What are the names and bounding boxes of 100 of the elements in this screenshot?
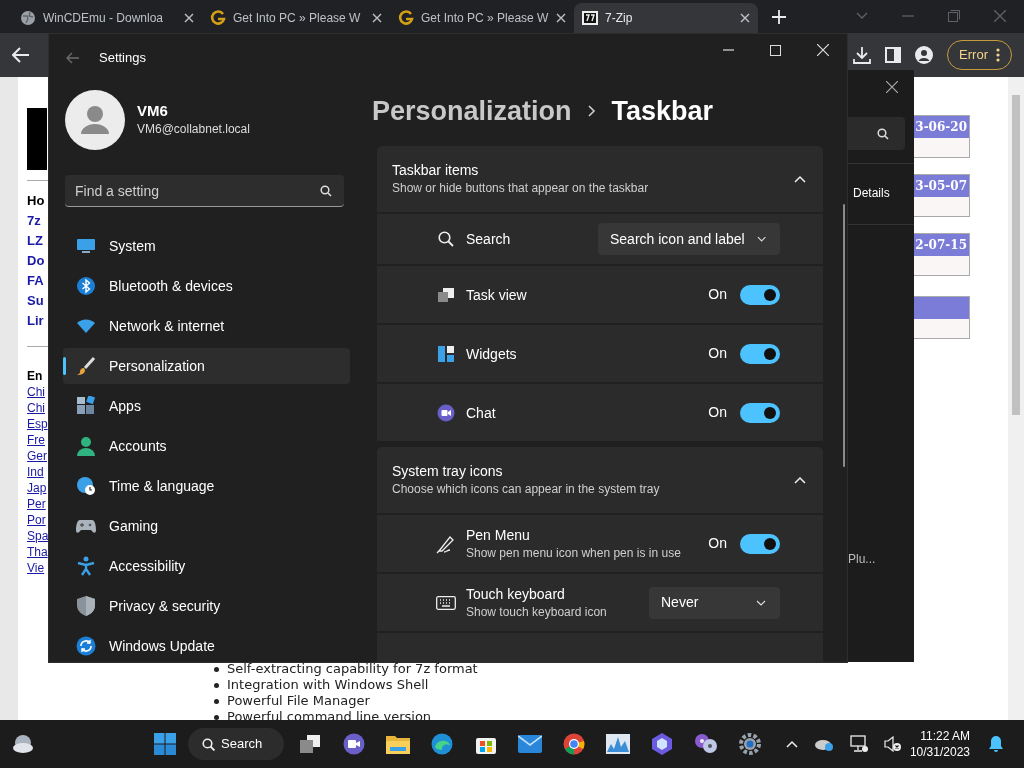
dropdown[interactable]: Never	[649, 586, 780, 619]
speaker-muted-icon[interactable]	[883, 736, 902, 752]
language-link[interactable]: Fre	[27, 432, 45, 448]
close-icon[interactable]	[372, 13, 382, 23]
language-link[interactable]: Vie	[27, 560, 45, 576]
setting-label: Touch keyboard	[466, 584, 566, 603]
search-field[interactable]: Find a setting	[65, 175, 344, 207]
nav-item[interactable]: Accessibility	[63, 548, 350, 584]
avatar[interactable]	[65, 90, 125, 150]
nav-item[interactable]: Apps	[63, 388, 350, 424]
close-icon[interactable]	[556, 13, 566, 23]
nav-link[interactable]: LZ	[27, 231, 43, 251]
discs-icon[interactable]	[694, 733, 718, 755]
language-link[interactable]: Esp	[27, 416, 48, 432]
letter-logo-icon	[210, 10, 226, 26]
user-name: VM6	[137, 102, 169, 120]
window-title: Settings	[99, 49, 146, 68]
search-icon	[877, 127, 889, 140]
close-icon[interactable]	[886, 81, 898, 93]
setting-label: Task view	[466, 285, 528, 304]
browser-tab[interactable]: 7-Zip	[574, 3, 758, 33]
maximize-icon[interactable]	[770, 44, 781, 56]
nav-item[interactable]: Gaming	[63, 508, 350, 544]
toggle-switch[interactable]	[740, 402, 780, 423]
nav-link[interactable]: Su	[27, 291, 44, 311]
toggle-state: On	[708, 344, 727, 363]
download-icon[interactable]	[853, 46, 872, 64]
nav-link[interactable]: Do	[27, 251, 45, 271]
clock-time[interactable]: 11:22 AM	[920, 728, 970, 744]
nav-item[interactable]: Bluetooth & devices	[63, 268, 350, 304]
logo	[27, 108, 47, 170]
language-link[interactable]: Chi	[27, 384, 45, 400]
chevron-down-icon[interactable]	[856, 12, 868, 20]
news-header	[914, 297, 969, 319]
language-link[interactable]: Spa	[27, 528, 49, 544]
task-view-icon[interactable]	[299, 734, 321, 754]
restore-icon[interactable]	[948, 10, 960, 22]
setting-description: Show pen menu icon when pen is in use	[466, 544, 682, 562]
toggle-switch[interactable]	[740, 343, 780, 364]
scroll-thumb[interactable]	[1012, 95, 1020, 415]
setting-label: Widgets	[466, 344, 518, 363]
chevron-up-icon[interactable]	[785, 740, 798, 748]
scrollbar[interactable]	[843, 204, 845, 467]
profile-icon[interactable]	[915, 46, 934, 64]
folder-icon[interactable]	[386, 734, 410, 754]
globe-icon	[20, 10, 36, 26]
chevron-up-icon[interactable]	[794, 175, 806, 183]
nav-item[interactable]: Privacy & security	[63, 588, 350, 624]
language-link[interactable]: Ger	[27, 448, 47, 464]
nav-link[interactable]: FA	[27, 271, 44, 291]
chat-icon[interactable]	[343, 733, 365, 755]
nav-item[interactable]: Windows Update	[63, 628, 350, 662]
bell-icon[interactable]	[988, 735, 1004, 753]
language-link[interactable]: Chi	[27, 400, 45, 416]
chevron-down-icon	[756, 599, 766, 606]
nav-link[interactable]: 7z	[27, 211, 41, 231]
language-link[interactable]: Ind	[27, 464, 44, 480]
nav-item[interactable]: Personalization	[63, 348, 350, 384]
toggle-switch[interactable]	[740, 533, 780, 554]
language-link[interactable]: Per	[27, 496, 46, 512]
network-icon[interactable]	[849, 735, 868, 753]
mail-icon[interactable]	[518, 735, 542, 753]
language-link[interactable]: Tha	[27, 544, 48, 560]
weather-icon[interactable]	[12, 734, 34, 754]
toggle-switch[interactable]	[740, 284, 780, 305]
letter-logo-icon	[398, 10, 414, 26]
chat-icon	[437, 403, 455, 422]
nav-item[interactable]: System	[63, 228, 350, 264]
breadcrumb-link[interactable]: Personalization	[372, 90, 572, 132]
new-tab-icon[interactable]	[772, 10, 786, 24]
nav-link[interactable]: Lir	[27, 311, 44, 331]
windows-start-icon[interactable]	[154, 733, 176, 755]
clock-date[interactable]: 10/31/2023	[909, 744, 970, 760]
wifi-icon	[76, 318, 96, 334]
chevron-up-icon[interactable]	[794, 476, 806, 484]
search-icon	[320, 185, 332, 197]
chrome-icon[interactable]	[563, 733, 585, 755]
keyboard-icon	[436, 595, 456, 610]
news-body	[914, 197, 969, 216]
globe-clock-icon	[76, 476, 96, 496]
side-panel-icon[interactable]	[885, 47, 902, 63]
gear-icon[interactable]	[739, 733, 761, 755]
search-field[interactable]	[848, 117, 905, 150]
chart-window-icon[interactable]	[606, 734, 630, 754]
news-date: 2-07-15	[914, 234, 969, 256]
language-link[interactable]: Por	[27, 512, 46, 528]
hexagon-icon[interactable]	[651, 733, 673, 755]
browser-wave-icon[interactable]	[431, 733, 453, 755]
close-icon[interactable]	[184, 13, 194, 23]
scrollbar[interactable]	[1008, 77, 1024, 720]
user-email: VM6@collabnet.local	[137, 121, 250, 138]
dropdown[interactable]: Search icon and label	[598, 223, 780, 255]
taskbar-search[interactable]: Search	[188, 728, 284, 760]
nav-item[interactable]: Accounts	[63, 428, 350, 464]
monitor-icon	[76, 238, 96, 254]
nav-item[interactable]: Time & language	[63, 468, 350, 504]
details-button[interactable]: Details	[853, 184, 890, 202]
nav-item[interactable]: Network & internet	[63, 308, 350, 344]
close-icon[interactable]	[740, 13, 750, 23]
language-link[interactable]: Jap	[27, 480, 47, 496]
